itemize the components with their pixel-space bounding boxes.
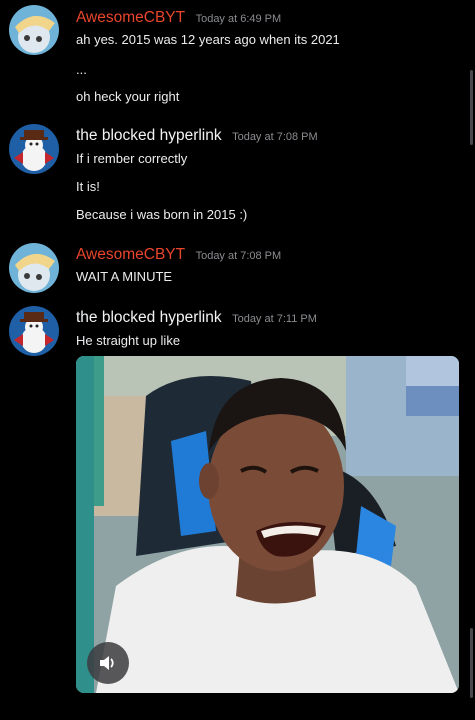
chat-messages: AwesomeCBYT Today at 6:49 PM ah yes. 201… [0,0,475,720]
umbrella-cat-avatar-icon[interactable] [9,243,59,293]
message-header: AwesomeCBYT Today at 6:49 PM [76,9,281,27]
username[interactable]: AwesomeCBYT [76,9,185,26]
timestamp: Today at 7:11 PM [232,313,317,325]
umbrella-cat-avatar-icon[interactable] [9,5,59,55]
laughing-man-video-thumbnail [76,356,459,693]
message-text: He straight up like [76,333,181,348]
message-text: Because i was born in 2015 :) [76,207,248,222]
video-embed[interactable] [76,356,459,693]
volume-icon [100,656,114,670]
scrollbar-thumb[interactable] [470,628,473,698]
scrollbar[interactable] [470,0,474,720]
volume-button[interactable] [87,642,129,684]
message-text: oh heck your right [76,89,180,104]
scrollbar-thumb[interactable] [470,70,473,145]
message-text: If i rember correctly [76,151,188,166]
username[interactable]: the blocked hyperlink [76,309,222,326]
snowman-avatar-icon[interactable] [9,306,59,356]
message-text: It is! [76,179,100,194]
message-header: the blocked hyperlink Today at 7:11 PM [76,309,317,327]
username[interactable]: AwesomeCBYT [76,246,185,263]
message-text: ah yes. 2015 was 12 years ago when its 2… [76,32,340,47]
message-header: the blocked hyperlink Today at 7:08 PM [76,127,318,145]
snowman-avatar-icon[interactable] [9,124,59,174]
message-header: AwesomeCBYT Today at 7:08 PM [76,246,281,264]
timestamp: Today at 7:08 PM [195,250,282,262]
message-text: WAIT A MINUTE [76,269,173,284]
timestamp: Today at 6:49 PM [195,13,282,25]
username[interactable]: the blocked hyperlink [76,127,222,144]
timestamp: Today at 7:08 PM [232,131,318,143]
message-text: ... [76,62,87,77]
